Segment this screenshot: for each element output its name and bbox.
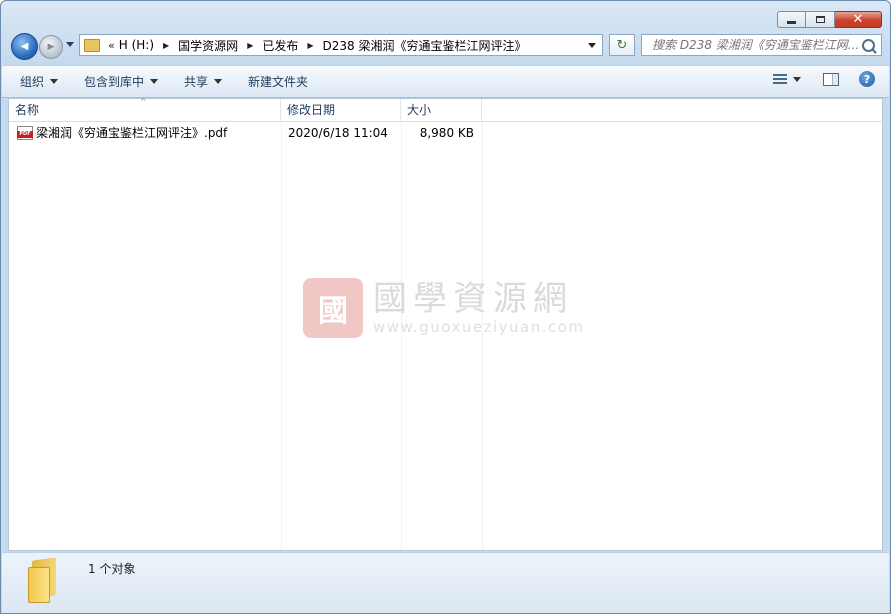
folder-icon <box>28 557 62 603</box>
navigation-bar: ◀ ▶ « H (H:) ▶ 国学资源网 ▶ 已发布 ▶ D238 梁湘润《穷通… <box>9 33 882 60</box>
search-box[interactable] <box>641 34 882 56</box>
share-label: 共享 <box>184 75 209 89</box>
address-history-dropdown[interactable] <box>588 43 596 48</box>
chevron-down-icon <box>214 79 223 84</box>
organize-label: 组织 <box>20 75 45 89</box>
breadcrumb-separator-icon[interactable]: ▶ <box>247 41 253 50</box>
refresh-icon: ↻ <box>616 37 628 53</box>
watermark-title: 國學資源網 <box>373 279 573 319</box>
forward-button[interactable]: ▶ <box>39 35 63 59</box>
details-pane: 1 个对象 <box>2 552 889 613</box>
watermark-seal-logo: 國 <box>303 278 363 338</box>
breadcrumb-published[interactable]: 已发布 <box>262 37 298 54</box>
file-name: 梁湘润《穷通宝鉴栏江网评注》.pdf <box>36 126 228 140</box>
minimize-icon <box>787 21 796 24</box>
forward-arrow-icon: ▶ <box>47 42 55 52</box>
preview-pane-icon[interactable] <box>823 72 839 86</box>
watermark-url: www.guoxueziyuan.com <box>373 318 585 336</box>
column-date-label: 修改日期 <box>287 103 336 117</box>
back-arrow-icon: ◀ <box>20 41 29 52</box>
column-header-date-modified[interactable]: 修改日期 <box>281 99 401 121</box>
column-header: 名称 ^ 修改日期 大小 <box>9 97 882 122</box>
breadcrumb-drive[interactable]: H (H:) <box>119 38 154 52</box>
column-size-label: 大小 <box>407 103 432 117</box>
close-icon: ✕ <box>852 12 864 27</box>
breadcrumb-guoxue[interactable]: 国学资源网 <box>178 37 238 54</box>
folder-icon <box>84 38 100 52</box>
chevron-down-icon <box>150 79 159 84</box>
column-header-size[interactable]: 大小 <box>401 99 482 121</box>
include-library-label: 包含到库中 <box>84 75 145 89</box>
view-options-chevron-icon[interactable] <box>793 76 801 82</box>
help-icon[interactable]: ? <box>859 71 875 87</box>
chevron-down-icon <box>50 79 59 84</box>
item-count: 1 个对象 <box>88 562 136 576</box>
command-bar: 组织 包含到库中 共享 新建文件夹 ? <box>2 65 889 98</box>
maximize-button[interactable] <box>806 11 835 28</box>
watermark: 國 國學資源網 www.guoxueziyuan.com <box>303 278 584 338</box>
watermark-text: 國學資源網 www.guoxueziyuan.com <box>373 280 584 336</box>
breadcrumb-separator-icon[interactable]: ▶ <box>307 41 313 50</box>
refresh-button[interactable]: ↻ <box>609 34 635 56</box>
search-input[interactable] <box>650 37 864 53</box>
toolbar-right: ? <box>773 71 875 87</box>
file-row[interactable]: 梁湘润《穷通宝鉴栏江网评注》.pdf 2020/6/18 11:04 8,980… <box>9 123 482 143</box>
sort-ascending-icon: ^ <box>140 97 147 106</box>
explorer-window: ✕ ◀ ▶ « H (H:) ▶ 国学资源网 ▶ 已发布 ▶ D238 梁湘润《… <box>0 0 891 614</box>
change-view-icon[interactable] <box>773 73 787 85</box>
breadcrumb: H (H:) ▶ 国学资源网 ▶ 已发布 ▶ D238 梁湘润《穷通宝鉴栏江网评… <box>119 37 527 54</box>
new-folder-button[interactable]: 新建文件夹 <box>248 73 308 90</box>
maximize-icon <box>815 16 825 23</box>
column-header-name[interactable]: 名称 ^ <box>9 97 281 121</box>
column-name-label: 名称 <box>15 103 40 117</box>
recent-pages-dropdown[interactable] <box>66 42 74 47</box>
breadcrumb-separator-icon[interactable]: ▶ <box>163 41 169 50</box>
minimize-button[interactable] <box>777 11 806 28</box>
include-in-library-button[interactable]: 包含到库中 <box>84 73 159 90</box>
address-overflow-chevron[interactable]: « <box>108 39 115 52</box>
file-list: 名称 ^ 修改日期 大小 梁湘润《穷通宝鉴栏江网评注》.pdf 2020/6/18… <box>8 98 883 551</box>
file-size: 8,980 KB <box>419 126 474 140</box>
share-button[interactable]: 共享 <box>184 73 223 90</box>
caption-buttons: ✕ <box>777 11 882 28</box>
organize-button[interactable]: 组织 <box>20 73 59 90</box>
search-icon[interactable] <box>862 39 875 52</box>
breadcrumb-current-folder[interactable]: D238 梁湘润《穷通宝鉴栏江网评注》 <box>323 37 527 54</box>
close-button[interactable]: ✕ <box>835 11 882 28</box>
pdf-file-icon <box>17 126 33 140</box>
column-divider <box>281 122 282 550</box>
file-date-modified: 2020/6/18 11:04 <box>288 126 388 140</box>
back-button[interactable]: ◀ <box>11 33 38 60</box>
folder-icon-front <box>28 567 50 603</box>
new-folder-label: 新建文件夹 <box>248 75 309 89</box>
address-bar[interactable]: « H (H:) ▶ 国学资源网 ▶ 已发布 ▶ D238 梁湘润《穷通宝鉴栏江… <box>79 34 603 56</box>
